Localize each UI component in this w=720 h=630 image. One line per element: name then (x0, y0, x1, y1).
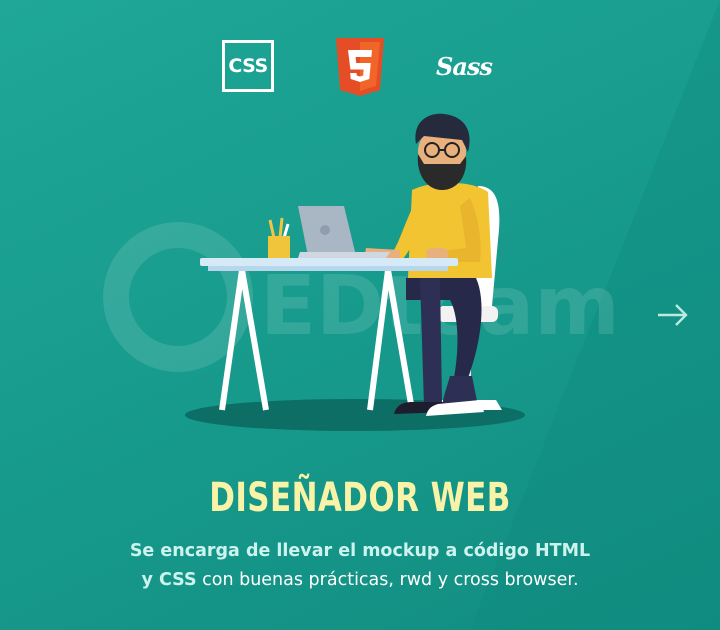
description-line2-bold: y CSS (141, 570, 197, 590)
css-icon: CSS (222, 40, 274, 92)
description-line2-rest: con buenas prácticas, rwd y cross browse… (196, 570, 579, 590)
page-title: DISEÑADOR WEB (209, 475, 511, 521)
html5-icon (336, 38, 384, 96)
tech-icons: CSS Sass (0, 38, 720, 100)
role-description: Se encarga de llevar el mockup a código … (40, 537, 680, 595)
description-line1: Se encarga de llevar el mockup a código … (129, 541, 591, 561)
designer-illustration (185, 113, 525, 431)
next-arrow-icon[interactable] (652, 300, 692, 330)
sass-icon: Sass (436, 52, 493, 81)
card: CSS Sass EDteam (0, 0, 720, 630)
